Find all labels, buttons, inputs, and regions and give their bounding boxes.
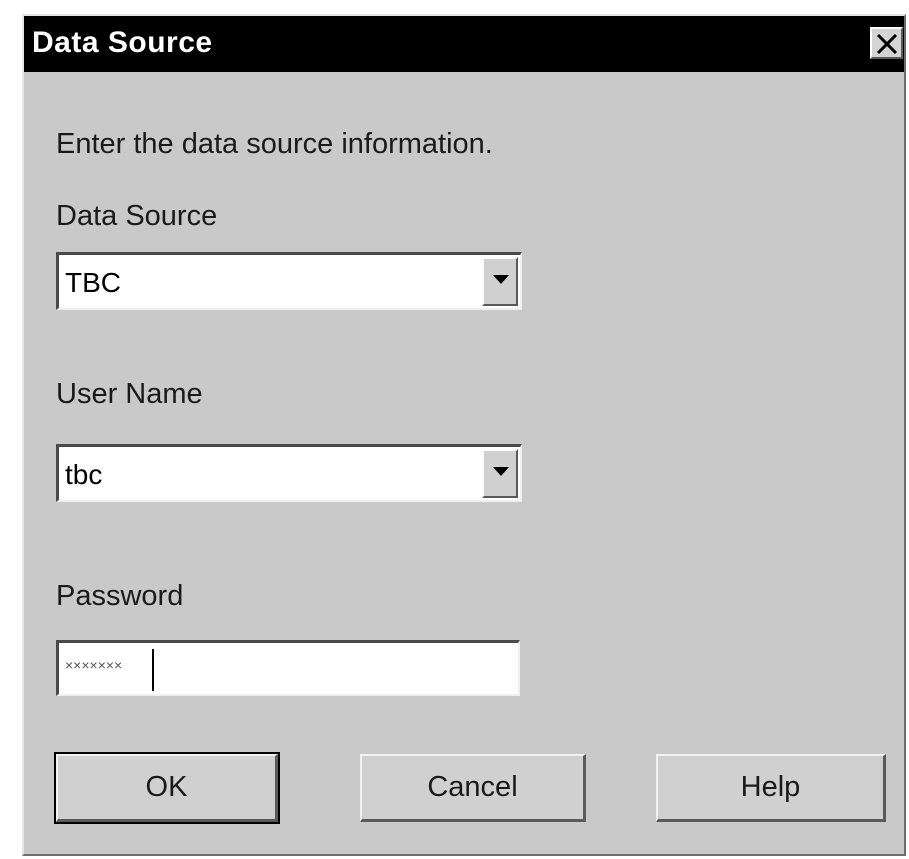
dialog-title: Data Source (32, 26, 213, 59)
user-name-combobox[interactable]: tbc (56, 444, 522, 502)
chevron-down-icon (493, 467, 509, 476)
close-button[interactable] (870, 27, 903, 59)
title-bar: Data Source (24, 16, 904, 72)
password-label: Password (56, 580, 184, 612)
user-name-value: tbc (65, 459, 103, 490)
help-button[interactable]: Help (656, 754, 886, 822)
ok-button[interactable]: OK (54, 752, 280, 824)
data-source-dialog: Data Source Enter the data source inform… (22, 14, 906, 856)
password-field[interactable]: ××××××× (56, 640, 520, 696)
user-name-dropdown-button[interactable] (482, 449, 518, 498)
data-source-combobox[interactable]: TBC (56, 252, 522, 310)
data-source-value: TBC (65, 267, 121, 298)
data-source-dropdown-button[interactable] (482, 257, 518, 306)
close-icon (876, 33, 898, 55)
chevron-down-icon (493, 275, 509, 284)
user-name-label: User Name (56, 378, 203, 410)
text-cursor (152, 649, 154, 691)
cancel-button[interactable]: Cancel (360, 754, 586, 822)
password-masked-value: ××××××× (65, 657, 123, 673)
data-source-label: Data Source (56, 200, 218, 232)
instructions-text: Enter the data source information. (56, 128, 493, 160)
